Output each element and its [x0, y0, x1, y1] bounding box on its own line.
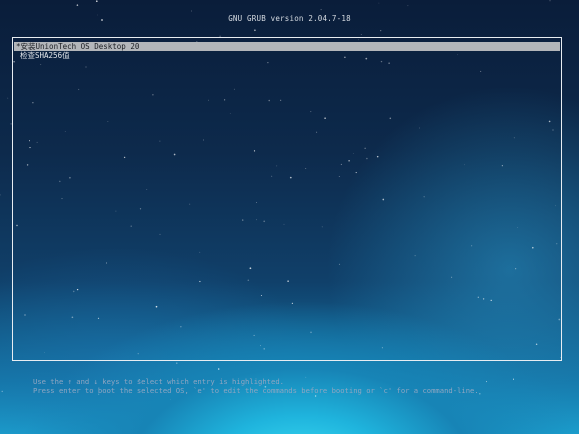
star — [512, 378, 515, 380]
star — [485, 381, 488, 383]
star — [407, 5, 409, 7]
boot-entry-install-uniontech[interactable]: *安装UnionTech OS Desktop 20 — [14, 42, 560, 51]
star — [76, 4, 79, 6]
boot-entry-check-sha256[interactable]: 检查SHA256值 — [18, 51, 560, 60]
star — [0, 194, 1, 196]
boot-menu: *安装UnionTech OS Desktop 20 检查SHA256值 — [12, 37, 562, 361]
star — [1, 390, 3, 393]
help-text: Use the ↑ and ↓ keys to select which ent… — [33, 377, 479, 395]
star — [176, 362, 178, 364]
help-line-boot-instructions: Press enter to boot the selected OS, `e'… — [33, 386, 479, 395]
star — [191, 10, 192, 12]
star — [314, 395, 317, 397]
star — [7, 97, 9, 99]
star — [217, 368, 220, 370]
star — [360, 33, 362, 36]
star — [254, 29, 256, 32]
star — [380, 30, 382, 32]
star — [549, 0, 551, 2]
star — [170, 399, 171, 400]
grub-boot-screen: { "header": { "title": "GNU GRUB version… — [0, 0, 579, 434]
star — [96, 0, 98, 2]
star — [378, 2, 380, 4]
help-line-navigation: Use the ↑ and ↓ keys to select which ent… — [33, 377, 284, 386]
star — [320, 9, 322, 11]
grub-version-title: GNU GRUB version 2.04.7-18 — [228, 14, 351, 23]
star — [479, 393, 481, 395]
